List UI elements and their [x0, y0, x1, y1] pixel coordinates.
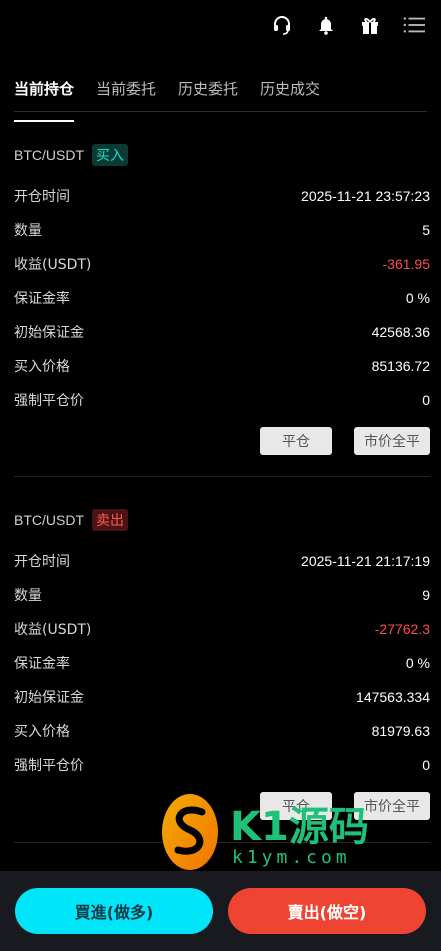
- row-label: 数量: [14, 223, 42, 239]
- row-label: 初始保证金: [14, 690, 84, 706]
- row-value: 9: [422, 587, 430, 603]
- row-value: 0: [422, 757, 430, 773]
- initial-margin-row: 初始保证金 147563.334: [14, 680, 430, 714]
- top-toolbar: [271, 14, 425, 36]
- position-card: BTC/USDT 买入 开仓时间 2025-11-21 23:57:23 数量 5 …: [14, 143, 430, 455]
- entry-price-row: 买入价格 85136.72: [14, 349, 430, 383]
- row-label: 开仓时间: [14, 189, 70, 205]
- tab-current-orders[interactable]: 当前委托: [96, 78, 156, 111]
- row-value: 85136.72: [371, 358, 430, 374]
- row-label: 收益(USDT): [14, 257, 92, 273]
- bell-icon[interactable]: [315, 14, 337, 36]
- row-label: 保证金率: [14, 291, 70, 307]
- order-tabs: 当前持仓 当前委托 历史委托 历史成交: [14, 78, 427, 122]
- bottom-action-bar: 買進(做多) 賣出(做空): [0, 871, 441, 951]
- divider: [14, 476, 430, 477]
- row-value: 2025-11-21 21:17:19: [301, 553, 430, 569]
- position-header: BTC/USDT 卖出: [14, 508, 430, 532]
- row-label: 强制平仓价: [14, 393, 84, 409]
- watermark-url: k1ym.com: [232, 847, 351, 868]
- buy-long-button[interactable]: 買進(做多): [15, 888, 213, 934]
- margin-rate-row: 保证金率 0 %: [14, 281, 430, 315]
- row-label: 保证金率: [14, 656, 70, 672]
- initial-margin-row: 初始保证金 42568.36: [14, 315, 430, 349]
- gift-icon[interactable]: [359, 14, 381, 36]
- row-label: 强制平仓价: [14, 758, 84, 774]
- position-card: BTC/USDT 卖出 开仓时间 2025-11-21 21:17:19 数量 9 …: [14, 508, 430, 820]
- open-time-row: 开仓时间 2025-11-21 21:17:19: [14, 544, 430, 578]
- menu-icon[interactable]: [403, 14, 425, 36]
- pnl-row: 收益(USDT) -361.95: [14, 247, 430, 281]
- headset-icon[interactable]: [271, 14, 293, 36]
- margin-rate-row: 保证金率 0 %: [14, 646, 430, 680]
- tab-order-history[interactable]: 历史委托: [178, 78, 238, 111]
- liquidation-price-row: 强制平仓价 0: [14, 383, 430, 417]
- tab-current-positions[interactable]: 当前持仓: [14, 78, 75, 122]
- quantity-row: 数量 9: [14, 578, 430, 612]
- row-label: 收益(USDT): [14, 622, 92, 638]
- row-value: 2025-11-21 23:57:23: [301, 188, 430, 204]
- market-close-all-button[interactable]: 市价全平: [354, 792, 430, 820]
- row-label: 初始保证金: [14, 325, 84, 341]
- open-time-row: 开仓时间 2025-11-21 23:57:23: [14, 179, 430, 213]
- entry-price-row: 买入价格 81979.63: [14, 714, 430, 748]
- sell-short-button[interactable]: 賣出(做空): [228, 888, 426, 934]
- tab-trade-history[interactable]: 历史成交: [260, 78, 320, 111]
- quantity-row: 数量 5: [14, 213, 430, 247]
- row-value: -361.95: [382, 256, 430, 272]
- trading-pair: BTC/USDT: [14, 512, 84, 528]
- row-label: 开仓时间: [14, 554, 70, 570]
- row-value: 42568.36: [371, 324, 430, 340]
- close-position-button[interactable]: 平仓: [260, 792, 332, 820]
- market-close-all-button[interactable]: 市价全平: [354, 427, 430, 455]
- close-position-button[interactable]: 平仓: [260, 427, 332, 455]
- pnl-row: 收益(USDT) -27762.3: [14, 612, 430, 646]
- liquidation-price-row: 强制平仓价 0: [14, 748, 430, 782]
- row-label: 买入价格: [14, 359, 70, 375]
- row-value: 147563.334: [356, 689, 430, 705]
- side-badge: 卖出: [92, 509, 128, 531]
- row-value: 0: [422, 392, 430, 408]
- row-value: 81979.63: [371, 723, 430, 739]
- row-label: 数量: [14, 588, 42, 604]
- side-badge: 买入: [92, 144, 128, 166]
- divider: [14, 842, 430, 843]
- row-label: 买入价格: [14, 724, 70, 740]
- row-value: -27762.3: [374, 621, 430, 637]
- row-value: 0 %: [405, 290, 430, 306]
- row-value: 5: [422, 222, 430, 238]
- trading-pair: BTC/USDT: [14, 147, 84, 163]
- row-value: 0 %: [405, 655, 430, 671]
- position-header: BTC/USDT 买入: [14, 143, 430, 167]
